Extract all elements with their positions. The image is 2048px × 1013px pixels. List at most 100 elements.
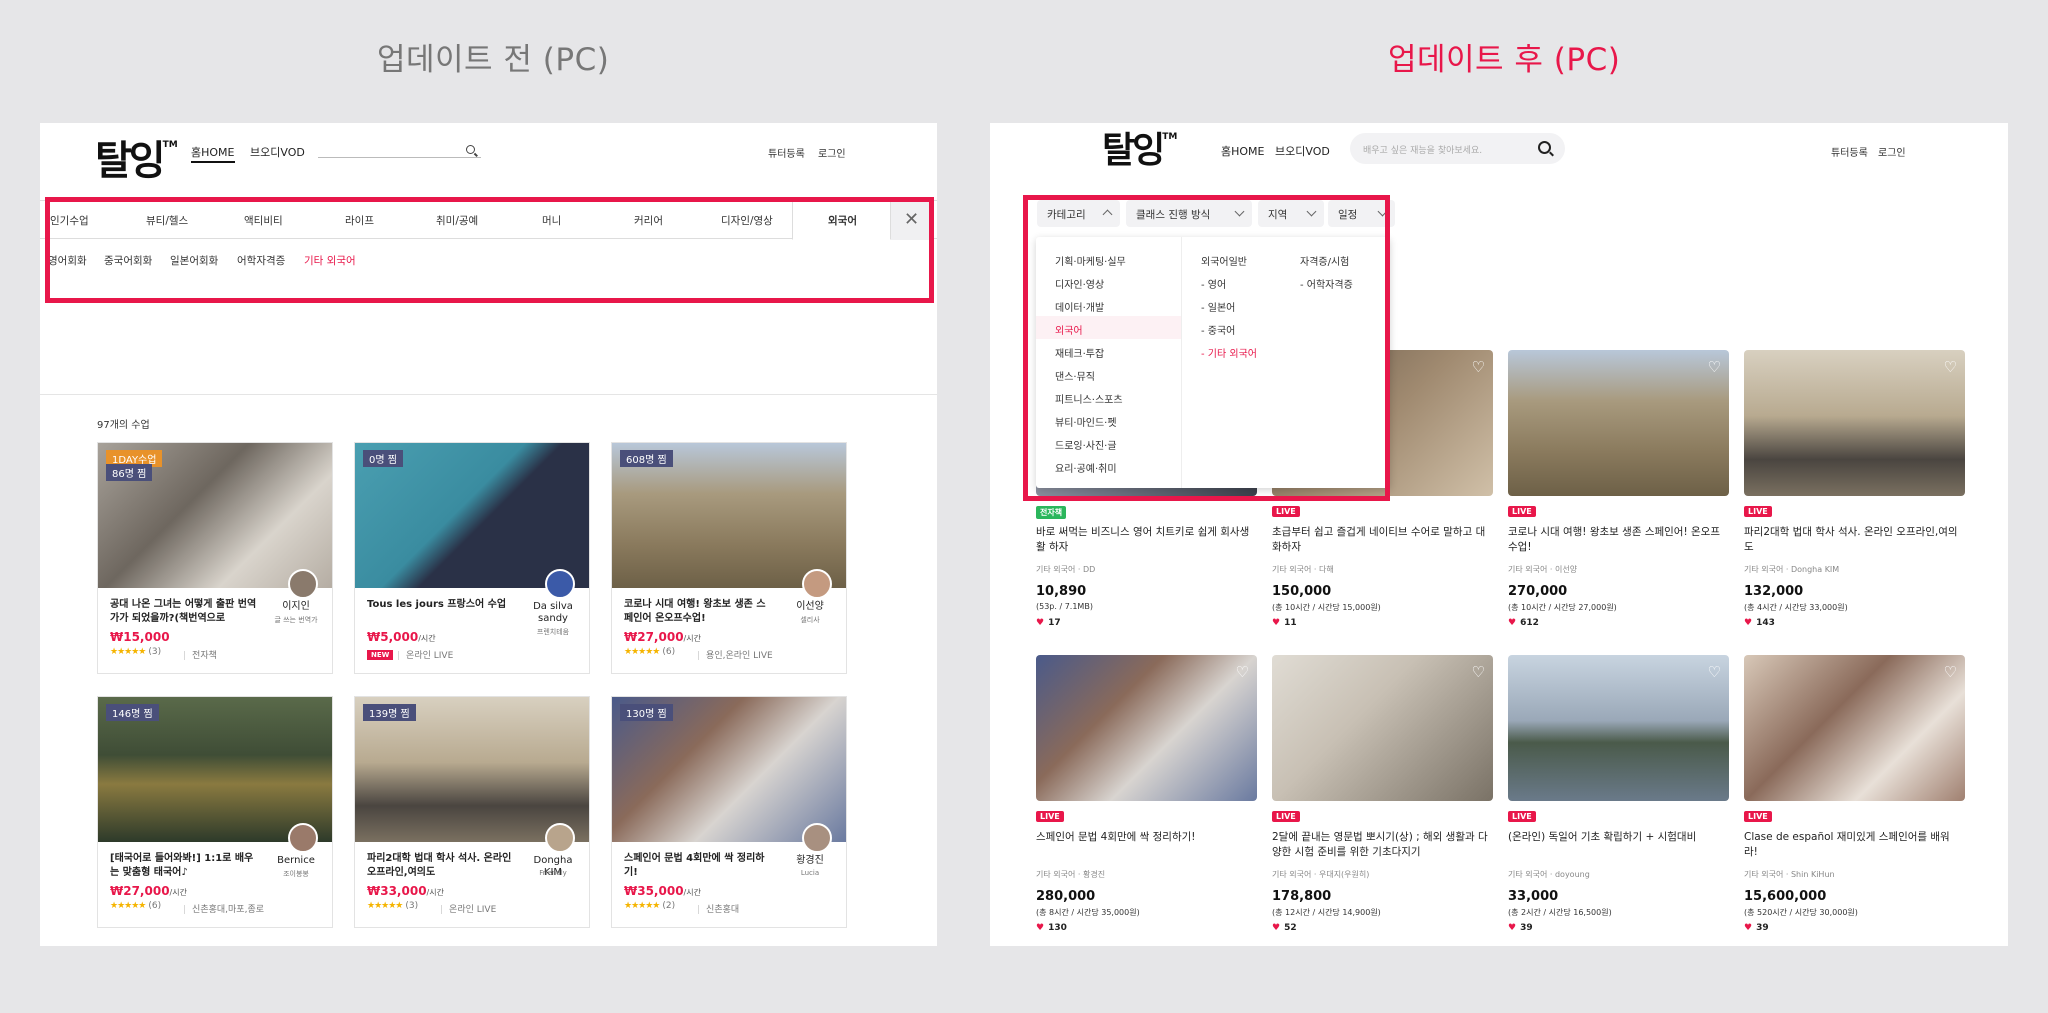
class-card[interactable]: 0명 찜 Da silva sandy 프렌치테움 Tous les jours… xyxy=(354,442,590,674)
product-detail: (총 12시간 / 시간당 14,900원) xyxy=(1272,908,1381,917)
heart-icon[interactable]: ♡ xyxy=(1944,663,1957,681)
search-icon[interactable] xyxy=(1538,141,1551,154)
after-panel: 탈잉TM 홈HOME 브오디VOD 배우고 싶은 재능을 찾아보세요. 튜터등록… xyxy=(990,123,2008,946)
product-price: 178,800 xyxy=(1272,889,1332,904)
dropdown-subitem[interactable]: - 어학자격증 xyxy=(1300,276,1353,291)
class-card[interactable]: 139명 찜 Dongha KIM Friendly 파리2대학 법대 학사 석… xyxy=(354,696,590,928)
category-item[interactable]: 액티비티 xyxy=(244,213,283,228)
avatar xyxy=(288,569,318,599)
product-meta: 기타 외국어 · DD xyxy=(1036,565,1096,574)
filter-category[interactable]: 카테고리 xyxy=(1037,200,1120,227)
product-meta: 기타 외국어 · 이선양 xyxy=(1508,565,1578,574)
close-button[interactable]: ✕ xyxy=(891,201,931,240)
avatar xyxy=(802,823,832,853)
search-input[interactable]: 배우고 싶은 재능을 찾아보세요. xyxy=(1350,133,1565,164)
subcategory-item[interactable]: 영어회화 xyxy=(48,253,87,268)
like-count-badge: 130명 찜 xyxy=(620,704,673,721)
location: 온라인 LIVE xyxy=(397,648,453,661)
dropdown-item[interactable]: 기획·마케팅·실무 xyxy=(1036,247,1181,270)
heart-icon[interactable]: ♡ xyxy=(1472,358,1485,376)
nav-home[interactable]: 홈HOME xyxy=(191,144,235,163)
rating-stars: ★★★★★ (6) xyxy=(110,901,162,911)
dropdown-item[interactable]: 재테크·투잡 xyxy=(1036,339,1181,362)
live-badge: LIVE xyxy=(1036,811,1064,822)
class-card[interactable]: 130명 찜 황경진 Lucia 스페인어 문법 4회만에 싹 정리하기! ₩3… xyxy=(611,696,847,928)
heart-icon[interactable]: ♡ xyxy=(1708,663,1721,681)
filter-class-type[interactable]: 클래스 진행 방식 xyxy=(1126,200,1252,227)
dropdown-item[interactable]: 드로잉·사진·글 xyxy=(1036,431,1181,454)
dropdown-item[interactable]: 댄스·뮤직 xyxy=(1036,362,1181,385)
class-card[interactable]: 608명 찜 이선양 셀리사 코로나 시대 여행! 왕초보 생존 스페인어 온오… xyxy=(611,442,847,674)
nav-vod[interactable]: 브오디VOD xyxy=(1275,143,1330,159)
product-card[interactable]: ♡ LIVE 스페인어 문법 4회만에 싹 정리하기! 기타 외국어 · 황경진… xyxy=(1036,655,1257,933)
subcategory-item[interactable]: 일본어회화 xyxy=(170,253,218,268)
heart-icon[interactable]: ♡ xyxy=(1472,663,1485,681)
rating-stars: ★★★★★ (2) xyxy=(624,901,676,911)
search-input[interactable] xyxy=(318,142,481,158)
filter-region[interactable]: 지역 xyxy=(1258,200,1324,227)
product-card[interactable]: ♡ LIVE 코로나 시대 여행! 왕초보 생존 스페인어! 온오프수업! 기타… xyxy=(1508,350,1729,628)
class-card[interactable]: 1DAY수업 86명 찜 이지인 글 쓰는 번역가 공대 나온 그녀는 어떻게 … xyxy=(97,442,333,674)
like-count: 11 xyxy=(1272,618,1297,628)
like-count-badge: 146명 찜 xyxy=(106,704,159,721)
avatar xyxy=(802,569,832,599)
live-badge: LIVE xyxy=(1508,811,1536,822)
product-title: (온라인) 독일어 기초 확립하기 + 시험대비 xyxy=(1508,831,1697,843)
nav-home[interactable]: 홈HOME xyxy=(1221,143,1265,159)
heading-before: 업데이트 전 (PC) xyxy=(377,42,610,78)
dropdown-subitem[interactable]: - 중국어 xyxy=(1201,322,1235,337)
class-title: Tous les jours 프랑스어 수업 xyxy=(367,599,507,610)
heart-icon[interactable]: ♡ xyxy=(1944,358,1957,376)
dropdown-item[interactable]: 뷰티·마인드·펫 xyxy=(1036,408,1181,431)
close-icon[interactable]: ✕ xyxy=(904,209,919,230)
subcategory-item[interactable]: 중국어회화 xyxy=(104,253,152,268)
category-item-active[interactable]: 외국어 xyxy=(828,213,857,228)
dropdown-subitem[interactable]: - 영어 xyxy=(1201,276,1226,291)
category-item[interactable]: 커리어 xyxy=(634,213,663,228)
search-icon[interactable] xyxy=(466,145,475,154)
price: ₩15,000 xyxy=(110,630,170,644)
heart-icon[interactable]: ♡ xyxy=(1708,358,1721,376)
product-meta: 기타 외국어 · 우대지(우원히) xyxy=(1272,870,1370,879)
category-item[interactable]: 뷰티/헬스 xyxy=(146,213,188,228)
class-card[interactable]: 146명 찜 Bernice 조이봉봉 [태국어로 들어와봐!] 1:1로 배우… xyxy=(97,696,333,928)
tutor-register-link[interactable]: 튜터등록 xyxy=(1831,144,1868,159)
dropdown-subitem[interactable]: 자격증/시험 xyxy=(1300,253,1349,268)
tutor-name: Bernice xyxy=(277,855,315,866)
dropdown-item[interactable]: 요리·공예·취미 xyxy=(1036,454,1181,477)
logo[interactable]: 탈잉TM xyxy=(1102,133,1177,169)
nav-vod[interactable]: 브오디VOD xyxy=(250,144,305,160)
avatar xyxy=(545,569,575,599)
category-item[interactable]: 머니 xyxy=(542,213,561,228)
logo[interactable]: 탈잉TM xyxy=(95,141,178,182)
category-item[interactable]: 디자인/영상 xyxy=(721,213,773,228)
category-item[interactable]: 라이프 xyxy=(345,213,374,228)
category-item[interactable]: 인기수업 xyxy=(50,213,89,228)
product-card[interactable]: ♡ LIVE Clase de español 재미있게 스페인어를 배워라! … xyxy=(1744,655,1965,933)
product-price: 280,000 xyxy=(1036,889,1096,904)
dropdown-subitem[interactable]: 외국어일반 xyxy=(1201,253,1247,268)
category-bar: 인기수업 뷰티/헬스 액티비티 라이프 취미/공예 머니 커리어 디자인/영상 … xyxy=(40,200,937,240)
login-link[interactable]: 로그인 xyxy=(1878,144,1906,159)
heart-icon[interactable]: ♡ xyxy=(1236,663,1249,681)
filter-schedule[interactable]: 일정 xyxy=(1328,200,1395,227)
product-card[interactable]: ♡ LIVE 파리2대학 법대 학사 석사. 온라인 오프라인,여의도 기타 외… xyxy=(1744,350,1965,628)
tutor-register-link[interactable]: 튜터등록 xyxy=(768,145,805,160)
dropdown-item[interactable]: 피트니스·스포츠 xyxy=(1036,385,1181,408)
product-card[interactable]: ♡ LIVE (온라인) 독일어 기초 확립하기 + 시험대비 기타 외국어 ·… xyxy=(1508,655,1729,933)
dropdown-item-selected[interactable]: 외국어 xyxy=(1036,316,1181,339)
divider xyxy=(1181,237,1182,488)
dropdown-item[interactable]: 디자인·영상 xyxy=(1036,270,1181,293)
product-card[interactable]: ♡ LIVE 2달에 끝내는 영문법 뽀시기(상) ; 해외 생활과 다양한 시… xyxy=(1272,655,1493,933)
dropdown-subitem[interactable]: - 일본어 xyxy=(1201,299,1235,314)
tutor-subtitle: Friendly xyxy=(539,869,567,877)
dropdown-item[interactable]: 데이터·개발 xyxy=(1036,293,1181,316)
dropdown-subitem-selected[interactable]: - 기타 외국어 xyxy=(1201,345,1257,360)
subcategory-item[interactable]: 어학자격증 xyxy=(237,253,285,268)
chevron-down-icon xyxy=(1234,206,1245,217)
product-meta: 기타 외국어 · 다해 xyxy=(1272,565,1334,574)
login-link[interactable]: 로그인 xyxy=(818,145,846,160)
rating-stars: ★★★★★ (6) xyxy=(624,647,676,657)
subcategory-item-active[interactable]: 기타 외국어 xyxy=(304,253,356,268)
category-item[interactable]: 취미/공예 xyxy=(436,213,478,228)
